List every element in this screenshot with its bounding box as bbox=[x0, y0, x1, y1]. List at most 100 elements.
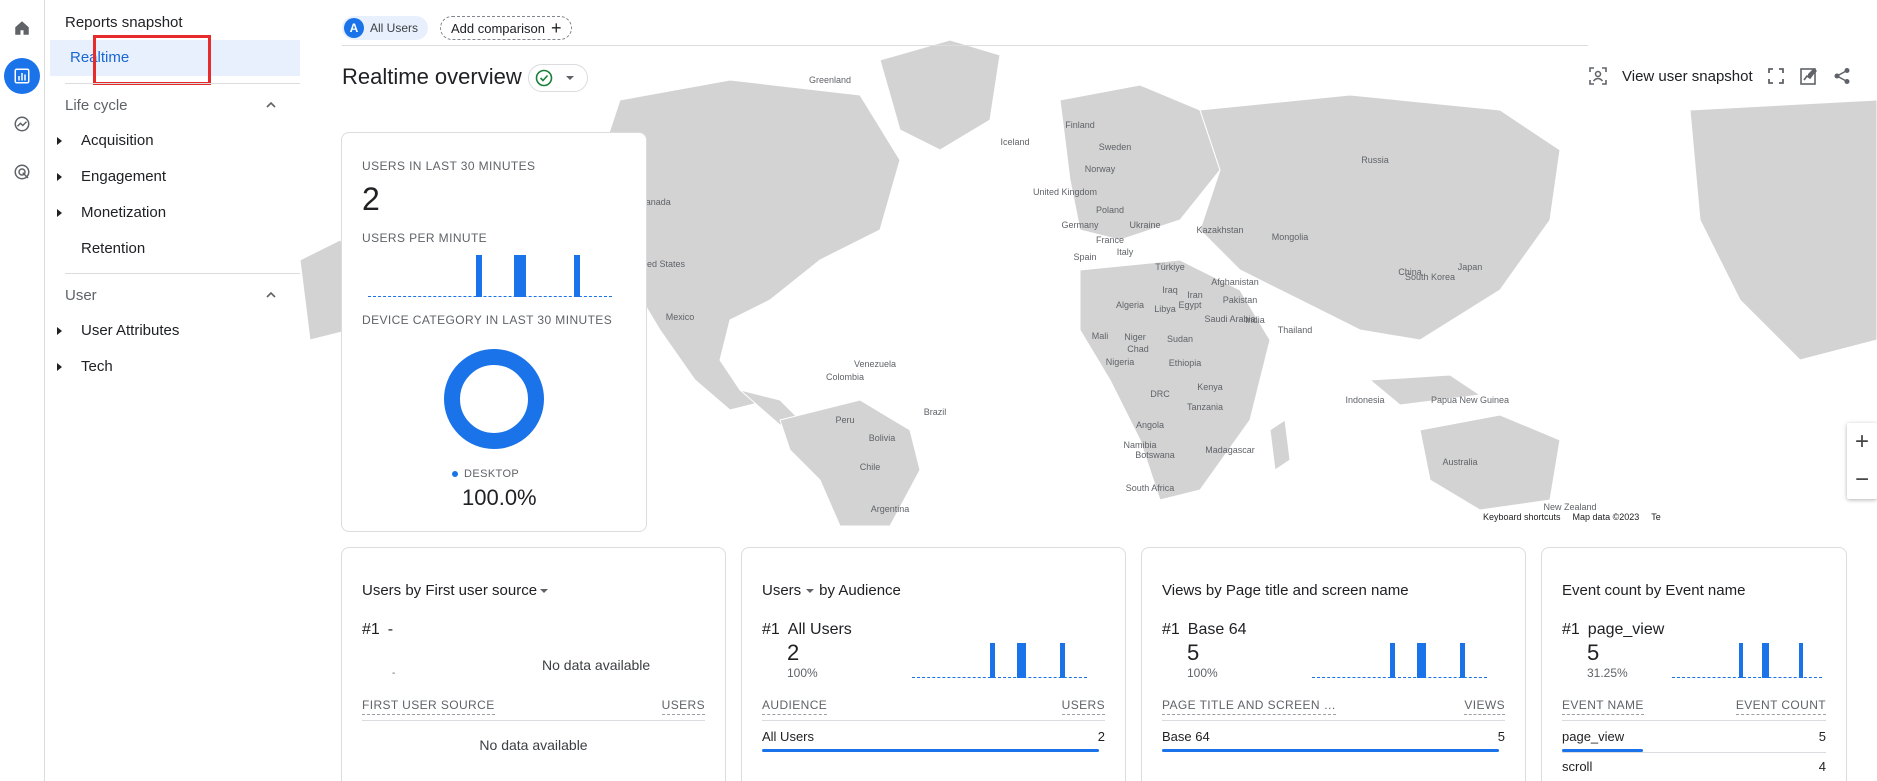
card-title[interactable]: Users by Audience bbox=[762, 582, 901, 599]
keyboard-shortcuts-link[interactable]: Keyboard shortcuts bbox=[1483, 512, 1561, 522]
nav-section-lifecycle[interactable]: Life cycle bbox=[65, 97, 128, 114]
map-country-label: Namibia bbox=[1123, 440, 1156, 450]
share-icon[interactable] bbox=[1833, 67, 1851, 85]
advertising-icon[interactable] bbox=[4, 154, 40, 190]
sparkline-chart[interactable] bbox=[1672, 643, 1822, 678]
data-quality-dropdown[interactable] bbox=[528, 64, 588, 92]
chart-bar[interactable] bbox=[1389, 643, 1395, 678]
customize-report-icon[interactable] bbox=[1799, 66, 1819, 86]
chart-bar[interactable] bbox=[1459, 643, 1465, 678]
icon-rail bbox=[0, 0, 45, 781]
sparkline-chart[interactable] bbox=[912, 643, 1087, 678]
expand-arrow-icon[interactable] bbox=[57, 327, 62, 335]
col-header-audience[interactable]: AUDIENCE bbox=[762, 698, 828, 715]
sparkline-chart[interactable] bbox=[1312, 643, 1487, 678]
map-country-label: Brazil bbox=[924, 407, 947, 417]
header-divider bbox=[342, 45, 1588, 46]
chart-bar[interactable] bbox=[476, 255, 483, 297]
chart-bar[interactable] bbox=[1765, 643, 1770, 678]
row-value: 4 bbox=[1818, 759, 1826, 774]
row-name[interactable]: page_view bbox=[1562, 729, 1624, 744]
table-no-data: No data available bbox=[479, 737, 588, 753]
explore-icon[interactable] bbox=[4, 106, 40, 142]
user-snapshot-icon[interactable] bbox=[1588, 66, 1608, 86]
zoom-out-button[interactable]: − bbox=[1847, 461, 1877, 499]
top-value: 2 bbox=[787, 640, 800, 665]
map-country-label: Nigeria bbox=[1106, 357, 1135, 367]
chevron-up-icon[interactable] bbox=[265, 289, 277, 301]
fullscreen-icon[interactable] bbox=[1767, 67, 1785, 85]
row-name[interactable]: All Users bbox=[762, 729, 814, 744]
col-header-users[interactable]: USERS bbox=[661, 698, 705, 715]
device-donut-chart[interactable] bbox=[442, 347, 546, 451]
map-country-label: New Zealand bbox=[1543, 502, 1596, 512]
map-country-label: Ethiopia bbox=[1169, 358, 1202, 368]
chevron-up-icon[interactable] bbox=[265, 99, 277, 111]
chart-bar[interactable] bbox=[989, 643, 995, 678]
top-rank: #1 page_view bbox=[1562, 621, 1664, 639]
caret-down-icon bbox=[566, 76, 574, 80]
map-country-label: Algeria bbox=[1116, 300, 1144, 310]
comparison-letter-badge: A bbox=[344, 18, 364, 38]
chart-bar[interactable] bbox=[519, 255, 526, 297]
col-header-event-name[interactable]: EVENT NAME bbox=[1562, 698, 1644, 715]
map-country-label: Finland bbox=[1065, 120, 1095, 130]
page-title: Realtime overview bbox=[342, 64, 522, 89]
home-icon[interactable] bbox=[4, 10, 40, 46]
highlight-box bbox=[93, 35, 211, 85]
map-country-label: Poland bbox=[1096, 205, 1124, 215]
expand-arrow-icon[interactable] bbox=[57, 209, 62, 217]
chart-bar[interactable] bbox=[1020, 643, 1026, 678]
nav-section-user[interactable]: User bbox=[65, 287, 97, 304]
donut-slice-desktop[interactable] bbox=[444, 349, 544, 449]
zoom-in-button[interactable]: + bbox=[1847, 423, 1877, 461]
map-country-label: Germany bbox=[1061, 220, 1099, 230]
all-users-chip[interactable]: A All Users bbox=[342, 16, 429, 40]
nav-tech[interactable]: Tech bbox=[81, 358, 113, 375]
map-country-label: Peru bbox=[835, 415, 854, 425]
expand-arrow-icon[interactable] bbox=[57, 363, 62, 371]
map-country-label: DRC bbox=[1150, 389, 1170, 399]
expand-arrow-icon[interactable] bbox=[57, 137, 62, 145]
nav-acquisition[interactable]: Acquisition bbox=[81, 132, 154, 149]
expand-arrow-icon[interactable] bbox=[57, 173, 62, 181]
col-header-page-title[interactable]: PAGE TITLE AND SCREEN … bbox=[1162, 698, 1337, 715]
card-title[interactable]: Users by First user source bbox=[362, 582, 549, 599]
legend-dot bbox=[452, 471, 458, 477]
row-name[interactable]: scroll bbox=[1562, 759, 1592, 774]
no-value-dash: - bbox=[392, 668, 396, 679]
row-value: 2 bbox=[1097, 729, 1105, 744]
map-country-label: Iceland bbox=[1000, 137, 1029, 147]
terms-link[interactable]: Te bbox=[1651, 512, 1661, 522]
chart-bar[interactable] bbox=[1059, 643, 1065, 678]
nav-retention[interactable]: Retention bbox=[81, 240, 145, 257]
chart-bar[interactable] bbox=[1798, 643, 1803, 678]
map-country-label: Australia bbox=[1442, 457, 1477, 467]
metric-selector[interactable]: Users bbox=[762, 582, 801, 599]
map-country-label: China bbox=[1398, 267, 1422, 277]
chart-bar[interactable] bbox=[1420, 643, 1426, 678]
caret-down-icon bbox=[540, 588, 549, 593]
row-name[interactable]: Base 64 bbox=[1162, 729, 1210, 744]
map-zoom-control: + − bbox=[1847, 423, 1877, 499]
view-user-snapshot-button[interactable]: View user snapshot bbox=[1622, 68, 1753, 85]
users-30-min-label: USERS IN LAST 30 MINUTES bbox=[362, 159, 536, 173]
nav-monetization[interactable]: Monetization bbox=[81, 204, 166, 221]
no-data-message: No data available bbox=[542, 657, 651, 673]
map-country-label: Sweden bbox=[1099, 142, 1132, 152]
users-per-minute-chart[interactable] bbox=[368, 255, 612, 297]
nav-reports-snapshot[interactable]: Reports snapshot bbox=[65, 14, 183, 31]
map-country-label: Colombia bbox=[826, 372, 864, 382]
table-divider bbox=[762, 720, 1105, 721]
col-header-views[interactable]: VIEWS bbox=[1464, 698, 1505, 715]
chart-bar[interactable] bbox=[1738, 643, 1743, 678]
nav-user-attributes[interactable]: User Attributes bbox=[81, 322, 179, 339]
chart-bar[interactable] bbox=[574, 255, 581, 297]
nav-engagement[interactable]: Engagement bbox=[81, 168, 166, 185]
col-header-event-count[interactable]: EVENT COUNT bbox=[1735, 698, 1826, 715]
card-title-text: Users by First user source bbox=[362, 582, 538, 599]
col-header-source[interactable]: FIRST USER SOURCE bbox=[362, 698, 495, 715]
reports-icon[interactable] bbox=[4, 58, 40, 94]
add-comparison-button[interactable]: Add comparison + bbox=[440, 16, 573, 40]
col-header-users[interactable]: USERS bbox=[1061, 698, 1105, 715]
